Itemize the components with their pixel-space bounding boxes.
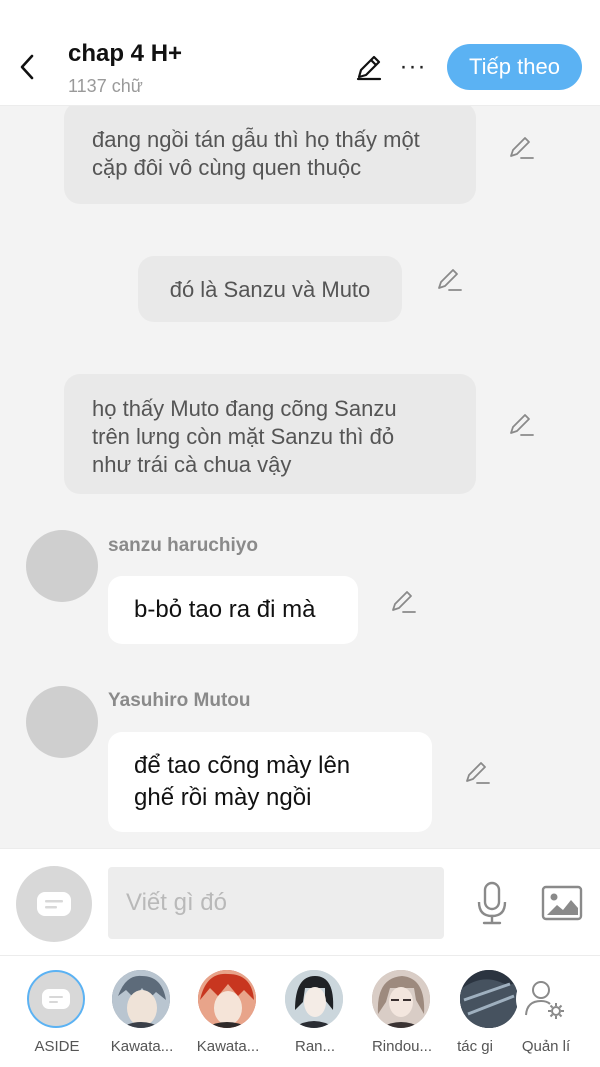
character-kawata-1[interactable]: Kawata...	[97, 968, 187, 1058]
character-aside[interactable]: ASIDE	[12, 968, 102, 1058]
back-button[interactable]	[12, 50, 42, 84]
character-label: Ran...	[294, 1038, 336, 1055]
avatar	[285, 970, 343, 1028]
aside-toggle-button[interactable]	[16, 866, 92, 942]
character-portrait-icon	[198, 970, 256, 1028]
message-composer	[0, 848, 600, 956]
character-portrait-icon	[372, 970, 430, 1028]
next-button[interactable]: Tiếp theo	[447, 44, 582, 90]
manage-icon-wrap	[516, 970, 574, 1028]
manage-characters-button[interactable]: Quản lí	[501, 968, 591, 1058]
word-count: 1137 chữ	[68, 76, 143, 96]
story-title: chap 4 H+	[68, 40, 183, 67]
edit-narration-button[interactable]	[506, 410, 536, 440]
message-input[interactable]	[108, 867, 444, 939]
character-name: sanzu haruchiyo	[108, 535, 258, 556]
character-portrait-icon	[112, 970, 170, 1028]
character-label: Quản lí	[521, 1038, 571, 1055]
avatar[interactable]	[26, 686, 98, 758]
narration-bubble[interactable]: đang ngồi tán gẫu thì họ thấy một cặp đô…	[64, 106, 476, 204]
message-icon	[42, 989, 70, 1009]
narration-line: đang ngồi tán gẫu thì họ thấy một	[92, 127, 420, 152]
message-text: b-bỏ tao ra đi mà	[134, 596, 316, 623]
message-bubble[interactable]: b-bỏ tao ra đi mà	[108, 576, 358, 644]
character-label: Kawata...	[110, 1038, 174, 1055]
message-text: để tao cõng mày lên	[134, 752, 351, 779]
message-text: ghế rồi mày ngồi	[134, 784, 312, 811]
narration-line: đó là Sanzu và Muto	[169, 277, 371, 302]
edit-narration-button[interactable]	[506, 133, 536, 163]
chevron-left-icon	[20, 54, 34, 80]
pencil-icon	[510, 414, 534, 436]
narration-line: như trái cà chua vậy	[92, 452, 292, 477]
narration-line: cặp đôi vô cùng quen thuộc	[92, 155, 362, 180]
pencil-icon	[438, 269, 462, 291]
character-label: Kawata...	[196, 1038, 260, 1055]
character-ran[interactable]: Ran...	[270, 968, 360, 1058]
message-bubble[interactable]: để tao cõng mày lên ghế rồi mày ngồi	[108, 732, 432, 832]
character-portrait-icon	[285, 970, 343, 1028]
narration-line: trên lưng còn mặt Sanzu thì đỏ	[92, 424, 395, 449]
character-bar: ASIDE Kawata... Kawata... Ran... Rindou.…	[0, 956, 600, 1067]
character-kawata-2[interactable]: Kawata...	[183, 968, 273, 1058]
narration-line: họ thấy Muto đang cõng Sanzu	[92, 396, 397, 421]
narration-bubble[interactable]: họ thấy Muto đang cõng Sanzu trên lưng c…	[64, 374, 476, 494]
top-bar: chap 4 H+ 1137 chữ ··· Tiếp theo	[0, 0, 600, 106]
microphone-button[interactable]	[470, 879, 514, 927]
more-options-button[interactable]: ···	[398, 50, 428, 84]
edit-narration-button[interactable]	[434, 265, 464, 295]
chat-area[interactable]: đang ngồi tán gẫu thì họ thấy một cặp đô…	[0, 106, 600, 848]
avatar	[112, 970, 170, 1028]
edit-title-button[interactable]	[352, 50, 386, 84]
narration-bubble[interactable]: đó là Sanzu và Muto	[138, 256, 402, 322]
avatar	[372, 970, 430, 1028]
image-icon	[541, 885, 583, 921]
edit-message-button[interactable]	[462, 758, 492, 788]
avatar	[198, 970, 256, 1028]
message-icon	[37, 892, 71, 916]
pencil-icon	[392, 591, 416, 613]
microphone-icon	[477, 881, 507, 925]
avatar	[27, 970, 85, 1028]
edit-message-button[interactable]	[388, 587, 418, 617]
insert-image-button[interactable]	[540, 881, 584, 925]
character-name: Yasuhiro Mutou	[108, 690, 251, 711]
pencil-icon	[466, 762, 490, 784]
avatar[interactable]	[26, 530, 98, 602]
pencil-icon	[510, 137, 534, 159]
user-settings-icon	[525, 981, 564, 1019]
pencil-icon	[356, 55, 382, 81]
character-label: ASIDE	[34, 1038, 80, 1055]
